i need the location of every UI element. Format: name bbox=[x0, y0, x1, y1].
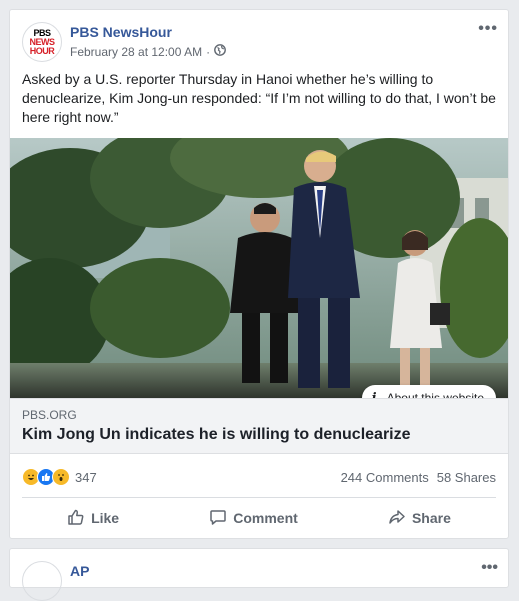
post-actions: Like Comment Share bbox=[22, 500, 496, 536]
post-meta: February 28 at 12:00 AM · bbox=[70, 44, 226, 59]
next-post-page-name[interactable]: AP bbox=[70, 563, 89, 579]
share-arrow-icon bbox=[388, 508, 406, 529]
comment-bubble-icon bbox=[209, 508, 227, 529]
link-domain: PBS.ORG bbox=[22, 408, 77, 422]
like-button[interactable]: Like bbox=[67, 508, 119, 529]
photo-illustration bbox=[10, 138, 508, 398]
comments-count[interactable]: 244 Comments bbox=[341, 470, 429, 485]
next-post-card: AP ••• bbox=[9, 548, 509, 601]
article-photo[interactable] bbox=[10, 138, 508, 398]
comment-label: Comment bbox=[233, 510, 298, 526]
reactions-summary[interactable]: 347 bbox=[22, 468, 97, 486]
actions-divider bbox=[22, 497, 496, 498]
next-post-avatar[interactable] bbox=[22, 561, 62, 601]
post-timestamp[interactable]: February 28 at 12:00 AM bbox=[70, 45, 202, 59]
page-avatar[interactable]: PBS NEWS HOUR bbox=[22, 22, 62, 62]
comment-button[interactable]: Comment bbox=[209, 508, 298, 529]
share-button[interactable]: Share bbox=[388, 508, 451, 529]
like-label: Like bbox=[91, 510, 120, 526]
thumbs-up-icon bbox=[67, 508, 85, 529]
next-post-options-button[interactable]: ••• bbox=[481, 559, 498, 577]
shares-count[interactable]: 58 Shares bbox=[437, 470, 496, 485]
link-preview[interactable]: PBS.ORG Kim Jong Un indicates he is will… bbox=[10, 398, 508, 454]
globe-icon bbox=[214, 44, 226, 59]
post-text: Asked by a U.S. reporter Thursday in Han… bbox=[22, 71, 496, 125]
link-headline: Kim Jong Un indicates he is willing to d… bbox=[22, 426, 411, 443]
share-label: Share bbox=[411, 510, 451, 526]
post-card: PBS NEWS HOUR PBS NewsHour February 28 a… bbox=[9, 9, 509, 539]
engagement-stats: 244 Comments 58 Shares bbox=[341, 470, 496, 485]
reaction-count: 347 bbox=[75, 469, 97, 485]
avatar-line-3: HOUR bbox=[29, 45, 55, 56]
post-options-button[interactable]: ••• bbox=[478, 20, 498, 38]
meta-separator: · bbox=[206, 44, 211, 59]
wow-reaction-icon bbox=[52, 468, 70, 486]
page-name-link[interactable]: PBS NewsHour bbox=[70, 24, 172, 40]
